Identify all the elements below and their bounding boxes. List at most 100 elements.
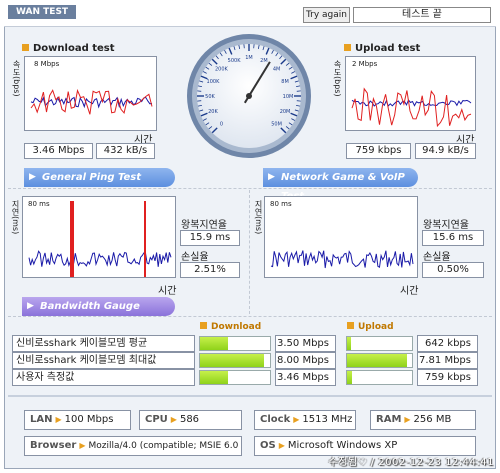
- ping-scale: 80 ms: [28, 200, 50, 208]
- bandwidth-upload-bar: [346, 353, 413, 368]
- bandwidth-download-header: Download: [200, 322, 261, 332]
- ping-loss-label: 손실율: [181, 252, 209, 263]
- bandwidth-upload-fill: [347, 337, 351, 350]
- ping-latency-value: 15.9 ms: [180, 230, 240, 246]
- os-value: Microsoft Windows XP: [287, 440, 398, 451]
- bullet-icon: [347, 322, 354, 329]
- download-mbps-value: 3.46 Mbps: [24, 143, 93, 159]
- upload-scale: 2 Mbps: [352, 60, 378, 68]
- triangle-right-icon: ▶: [55, 415, 62, 424]
- section-divider: [8, 395, 492, 397]
- gauge-tick-label: 100K: [207, 79, 221, 85]
- upload-kbs-value: 94.9 kB/s: [415, 143, 476, 159]
- tab-wan-test[interactable]: WAN TEST: [8, 5, 77, 19]
- section-divider: [8, 188, 492, 189]
- bandwidth-upload-bar: [346, 370, 413, 385]
- gauge-tick-label: 500K: [228, 58, 242, 64]
- general-ping-test-label: General Ping Test: [42, 172, 142, 183]
- gauge-tick-label: 1M: [245, 55, 253, 61]
- bullet-icon: [344, 44, 351, 51]
- bandwidth-download-value: 8.00 Mbps: [275, 352, 336, 369]
- clock-value: 1513 MHz: [302, 414, 353, 425]
- bandwidth-download-bar: [199, 353, 271, 368]
- game-y-label: 지연(ms): [254, 200, 263, 235]
- gauge-tick-label: 8M: [281, 79, 289, 85]
- network-game-voip-header: ▶ Network Game & VoIP Test: [263, 168, 418, 202]
- gauge-tick-label: 0: [220, 122, 223, 128]
- gauge-tick-label: 50M: [271, 122, 282, 128]
- arrow-right-icon: ▶: [27, 301, 34, 311]
- bandwidth-upload-header: Upload: [347, 322, 394, 332]
- download-y-label: 속도(bps): [12, 60, 21, 97]
- bandwidth-upload-fill: [347, 371, 352, 384]
- upload-y-label: 속도(bps): [333, 60, 342, 97]
- arrow-right-icon: ▶: [29, 172, 36, 182]
- ping-latency-label: 왕복지연율: [181, 220, 227, 231]
- cpu-info: CPU ▶ 586: [139, 410, 242, 430]
- bandwidth-upload-bar: [346, 336, 413, 351]
- game-series-blue: [270, 250, 414, 269]
- bandwidth-row-name: 신비로sshark 케이블모뎀 최대값: [12, 352, 195, 369]
- triangle-right-icon: ▶: [278, 441, 285, 450]
- triangle-right-icon: ▶: [293, 415, 300, 424]
- bandwidth-upload-fill: [347, 354, 407, 367]
- bandwidth-download-fill: [200, 371, 228, 384]
- download-title-text: Download test: [33, 43, 115, 54]
- bandwidth-row-name: 신비로sshark 케이블모뎀 평균: [12, 335, 195, 352]
- bandwidth-download-bar: [199, 370, 271, 385]
- triangle-right-icon: ▶: [79, 441, 86, 450]
- game-loss-value: 0.50%: [422, 262, 484, 278]
- bandwidth-download-value: 3.50 Mbps: [275, 335, 336, 352]
- browser-value: Mozilla/4.0 (compatible; MSIE 6.0: [88, 441, 239, 451]
- try-again-button[interactable]: Try again: [303, 7, 350, 23]
- bandwidth-download-bar: [199, 336, 271, 351]
- lan-key: LAN: [30, 414, 53, 425]
- upload-series-red: [351, 87, 472, 128]
- bandwidth-download-fill: [200, 337, 228, 350]
- gauge-tick-label: 200K: [215, 66, 229, 72]
- gauge-tick-label: 2M: [260, 58, 268, 64]
- download-title: Download test: [22, 43, 115, 54]
- gauge-tick-label: 50K: [205, 94, 215, 100]
- game-latency-label: 왕복지연율: [423, 220, 469, 231]
- browser-info: Browser ▶ Mozilla/4.0 (compatible; MSIE 6.…: [24, 436, 242, 456]
- clock-info: Clock ▶ 1513 MHz: [254, 410, 356, 430]
- bandwidth-download-value: 3.46 Mbps: [275, 369, 336, 386]
- game-graph: [264, 196, 418, 278]
- lan-value: 100 Mbps: [64, 414, 114, 425]
- general-ping-test-header: ▶ General Ping Test: [24, 168, 175, 187]
- footer-timestamp: 수정됨♡ / 2002-12-23 12:44:41: [328, 457, 494, 468]
- ping-series-blue: [28, 250, 172, 268]
- section-divider: [8, 316, 492, 317]
- lan-info: LAN ▶ 100 Mbps: [24, 410, 131, 430]
- gauge-hub: [246, 93, 252, 99]
- ram-key: RAM: [376, 414, 402, 425]
- bandwidth-row-name: 사용자 측정값: [12, 369, 195, 386]
- bandwidth-gauge-header: ▶ Bandwidth Gauge: [22, 297, 175, 316]
- bandwidth-gauge-label: Bandwidth Gauge: [40, 301, 140, 312]
- ram-info: RAM ▶ 256 MB: [370, 410, 476, 430]
- game-scale: 80 ms: [270, 200, 292, 208]
- download-series-red: [30, 88, 153, 115]
- ping-graph: [22, 196, 176, 278]
- download-scale: 8 Mbps: [34, 60, 60, 68]
- bandwidth-download-header-text: Download: [211, 322, 262, 332]
- ping-loss-value: 2.51%: [180, 262, 240, 278]
- bandwidth-upload-value: 759 kbps: [417, 369, 478, 386]
- game-latency-value: 15.6 ms: [422, 230, 484, 246]
- column-divider: [249, 190, 250, 314]
- gauge-tick-label: 4M: [273, 66, 281, 72]
- ping-x-label: 시간: [158, 286, 177, 297]
- upload-kbps-value: 759 kbps: [346, 143, 411, 159]
- triangle-right-icon: ▶: [404, 415, 411, 424]
- gauge-tick-label: 20K: [208, 109, 218, 115]
- speed-gauge: 0 20K 50K 100K 200K 500K 1M 2M 4M 8M 10M 20M 50M: [187, 34, 311, 158]
- upload-title-text: Upload test: [355, 43, 421, 54]
- browser-key: Browser: [30, 440, 77, 451]
- clock-key: Clock: [260, 414, 291, 425]
- test-end-status: 테스트 끝: [353, 7, 491, 23]
- bullet-icon: [22, 44, 29, 51]
- cpu-value: 586: [179, 414, 200, 425]
- os-key: OS: [260, 440, 276, 451]
- triangle-right-icon: ▶: [170, 415, 177, 424]
